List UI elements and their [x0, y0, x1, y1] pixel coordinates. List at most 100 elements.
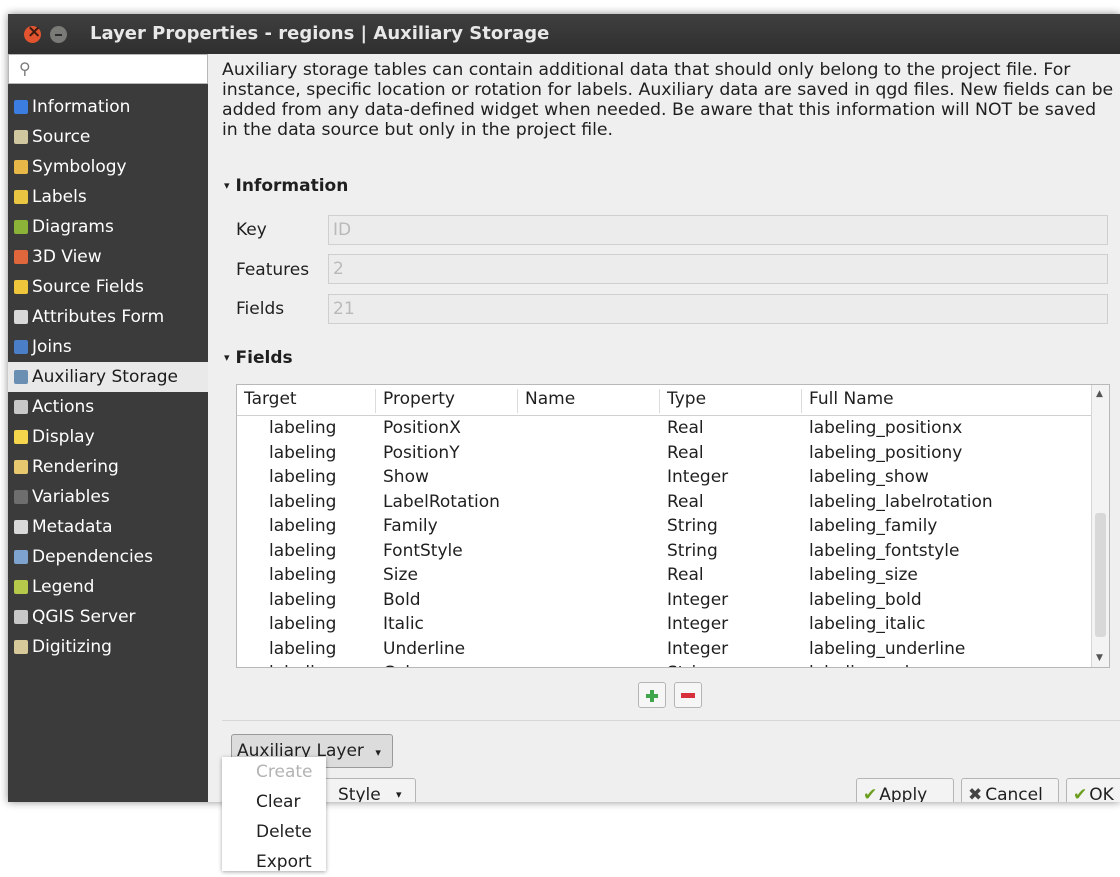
window-title: Layer Properties - regions | Auxiliary S… [90, 23, 550, 44]
column-header-full-name[interactable]: Full Name [809, 389, 894, 409]
labels-icon [14, 190, 28, 204]
remove-field-button[interactable] [674, 682, 702, 708]
sidebar-item-label: Digitizing [32, 637, 112, 657]
cell-full-name: labeling_fontstyle [809, 540, 960, 561]
menu-item-export[interactable]: Export [222, 847, 326, 877]
table-row[interactable]: labeling Bold Integer labeling_bold [237, 588, 1091, 613]
sidebar-item-labels[interactable]: Labels [8, 182, 208, 212]
key-label: Key [236, 220, 267, 240]
cell-target: labeling [269, 589, 337, 610]
scroll-down-icon[interactable]: ▼ [1096, 653, 1103, 663]
cell-target: labeling [269, 565, 337, 585]
sidebar-item-label: Display [32, 427, 95, 447]
sidebar-nav: Information Source Symbology Labels Diagrams… [8, 92, 208, 662]
cell-type: Real [667, 418, 704, 438]
cell-target: labeling [269, 516, 337, 536]
sidebar-item-label: Attributes Form [32, 307, 165, 327]
information-group-header[interactable]: ▾ Information [224, 176, 348, 196]
cell-property: Show [383, 467, 429, 487]
table-row[interactable]: labeling LabelRotation Real labeling_labelr… [237, 490, 1091, 515]
cell-target: labeling [269, 442, 337, 463]
column-header-type[interactable]: Type [667, 389, 706, 409]
sidebar-item-source[interactable]: Source [8, 122, 208, 152]
sidebar-item-display[interactable]: Display [8, 422, 208, 452]
add-field-button[interactable] [638, 682, 666, 708]
table-row[interactable]: labeling PositionY Real labeling_positiony [237, 441, 1091, 466]
cell-target: labeling [269, 614, 337, 634]
sidebar-item-label: 3D View [32, 247, 102, 267]
sidebar-item-actions[interactable]: Actions [8, 392, 208, 422]
sidebar-item-label: Actions [32, 397, 95, 417]
sidebar-item-legend[interactable]: Legend [8, 572, 208, 602]
search-input[interactable]: ⚲ [8, 54, 208, 84]
actions-icon [14, 400, 28, 414]
minimize-icon[interactable] [50, 26, 67, 43]
table-row[interactable]: labeling Size Real labeling_size [237, 563, 1091, 588]
sidebar-item-label: Source Fields [32, 277, 144, 297]
sidebar-item-joins[interactable]: Joins [8, 332, 208, 362]
table-row[interactable]: labeling PositionX Real labeling_positionx [237, 416, 1091, 441]
auxiliary-storage-panel: Auxiliary storage tables can contain add… [216, 54, 1120, 802]
sidebar-item-information[interactable]: Information [8, 92, 208, 122]
cell-full-name: labeling_color [809, 661, 927, 667]
search-icon: ⚲ [19, 59, 31, 78]
fields-label: Fields [236, 299, 285, 319]
ok-button[interactable]: ✔ OK [1066, 778, 1120, 802]
sidebar-item-label: Information [32, 97, 131, 117]
apply-button[interactable]: ✔ Apply [856, 778, 954, 802]
cell-type: Real [667, 442, 704, 463]
sidebar-item-attributes-form[interactable]: Attributes Form [8, 302, 208, 332]
sidebar-item-rendering[interactable]: Rendering [8, 452, 208, 482]
attributes-form-icon [14, 310, 28, 324]
menu-item-delete[interactable]: Delete [222, 817, 326, 847]
chevron-down-icon: ▾ [396, 788, 402, 801]
menu-item-clear[interactable]: Clear [222, 787, 326, 817]
cell-full-name: labeling_family [809, 516, 938, 536]
cell-full-name: labeling_positiony [809, 442, 963, 463]
sidebar-item-3d-view[interactable]: 3D View [8, 242, 208, 272]
cancel-button[interactable]: ✖ Cancel [961, 778, 1059, 802]
sidebar-item-label: Legend [32, 577, 95, 597]
fields-header-label: Fields [235, 348, 293, 368]
table-scrollbar[interactable]: ▲ ▼ [1091, 385, 1109, 667]
close-icon[interactable] [24, 22, 41, 43]
sidebar-item-variables[interactable]: Variables [8, 482, 208, 512]
table-row[interactable]: labeling Italic Integer labeling_italic [237, 612, 1091, 637]
3d-view-icon [14, 250, 28, 264]
qgis-server-icon [14, 610, 28, 624]
table-row[interactable]: labeling FontStyle String labeling_fontstyl… [237, 539, 1091, 564]
column-header-target[interactable]: Target [244, 389, 297, 409]
sidebar-item-label: Metadata [32, 517, 113, 537]
table-row[interactable]: labeling Family String labeling_family [237, 514, 1091, 539]
cell-type: String [667, 516, 718, 536]
sidebar-item-label: Dependencies [32, 547, 153, 567]
sidebar-item-metadata[interactable]: Metadata [8, 512, 208, 542]
sidebar-item-dependencies[interactable]: Dependencies [8, 542, 208, 572]
sidebar-item-qgis-server[interactable]: QGIS Server [8, 602, 208, 632]
scrollbar-thumb[interactable] [1095, 513, 1106, 637]
cell-property: Underline [383, 638, 466, 659]
cell-property: Size [383, 565, 418, 585]
information-header-label: Information [235, 176, 349, 196]
sidebar-item-diagrams[interactable]: Diagrams [8, 212, 208, 242]
sidebar-item-auxiliary-storage[interactable]: Auxiliary Storage [8, 362, 208, 392]
variables-icon [14, 490, 28, 504]
fields-table[interactable]: Target Property Name Type Full Name labe… [236, 384, 1110, 668]
cell-full-name: labeling_italic [809, 614, 926, 634]
divider [222, 720, 1120, 721]
column-header-property[interactable]: Property [383, 389, 455, 409]
sidebar-item-symbology[interactable]: Symbology [8, 152, 208, 182]
table-row[interactable]: labeling Show Integer labeling_show [237, 465, 1091, 490]
sidebar-item-source-fields[interactable]: Source Fields [8, 272, 208, 302]
source-icon [14, 130, 28, 144]
legend-icon [14, 580, 28, 594]
table-row[interactable]: labeling Color String labeling_color [237, 661, 1091, 667]
table-row[interactable]: labeling Underline Integer labeling_underli… [237, 637, 1091, 662]
cell-target: labeling [269, 467, 337, 487]
sidebar-item-digitizing[interactable]: Digitizing [8, 632, 208, 662]
cell-type: Integer [667, 638, 729, 659]
fields-group-header[interactable]: ▾ Fields [224, 348, 293, 368]
scroll-up-icon[interactable]: ▲ [1096, 389, 1103, 399]
cell-type: Real [667, 565, 704, 585]
column-header-name[interactable]: Name [525, 389, 575, 409]
